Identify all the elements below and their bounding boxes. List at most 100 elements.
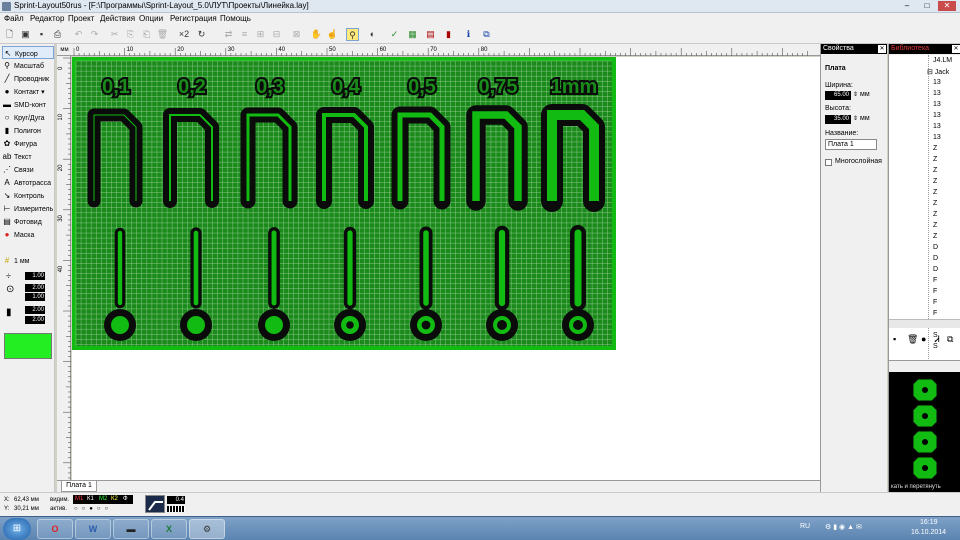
save-icon[interactable]: ▪ — [893, 334, 896, 344]
layer-m2[interactable]: М2 — [97, 495, 110, 504]
menu-registration[interactable]: Регистрация — [170, 14, 217, 23]
lock-icon[interactable]: ⊠ — [290, 28, 303, 41]
tool-connections[interactable]: ⋰ Связи — [2, 163, 54, 176]
properties-icon[interactable]: ⧉ — [480, 28, 493, 41]
width-field[interactable]: 65.00 — [825, 91, 851, 100]
undo-icon[interactable]: ↶ — [72, 28, 85, 41]
zoom-icon[interactable]: ⚲ — [346, 28, 359, 41]
tool-polygon[interactable]: ▮ Полигон — [2, 124, 54, 137]
library-item[interactable]: 13 — [933, 123, 941, 130]
library-item[interactable]: F — [933, 299, 937, 306]
maximize-button[interactable]: □ — [918, 1, 936, 11]
pattern-swatch[interactable] — [167, 506, 185, 512]
menu-options[interactable]: Опции — [139, 14, 163, 23]
library-item[interactable]: F — [933, 310, 937, 317]
library-hscrollbar[interactable] — [889, 319, 960, 328]
tool-shape[interactable]: ✿ Фигура — [2, 137, 54, 150]
library-item[interactable]: ⊟ Jack — [927, 68, 949, 76]
library-item[interactable]: Z — [933, 167, 937, 174]
print-icon[interactable]: ⎙ — [51, 28, 64, 41]
pad-icon[interactable]: ● — [921, 334, 926, 344]
smd-width-field[interactable]: 2.00 — [25, 306, 45, 314]
sprint-layout-icon[interactable]: ⚙ — [189, 519, 225, 539]
menu-help[interactable]: Помощь — [220, 14, 251, 23]
excel-icon[interactable]: X — [151, 519, 187, 539]
opera-icon[interactable]: O — [37, 519, 73, 539]
library-item[interactable]: D — [933, 255, 938, 262]
zoom-factor[interactable]: ×2 — [176, 28, 192, 41]
info-icon[interactable]: ℹ — [462, 28, 475, 41]
smd-height-field[interactable]: 2.00 — [25, 316, 45, 324]
multilayer-checkbox[interactable] — [825, 159, 832, 166]
ruler-unit[interactable]: мм — [57, 44, 72, 56]
tab-board-1[interactable]: Плата 1 — [61, 481, 97, 492]
tray-icons[interactable]: ⚙ ▮ ◉ ▲ ✉ — [825, 523, 862, 531]
library-item[interactable]: 13 — [933, 112, 941, 119]
library-item[interactable]: 13 — [933, 134, 941, 141]
folder-icon[interactable]: ▬ — [113, 519, 149, 539]
open-icon[interactable]: ▣ — [19, 28, 32, 41]
tool-cursor[interactable]: ↖ Курсор — [2, 46, 54, 59]
minimize-button[interactable]: – — [898, 1, 916, 11]
tool-autoroute[interactable]: A Автотрасса — [2, 176, 54, 189]
trace-width-field[interactable]: 0.4 — [167, 496, 185, 504]
library-item[interactable]: 13 — [933, 101, 941, 108]
library-item[interactable]: Z — [933, 178, 937, 185]
library-item[interactable]: Z — [933, 189, 937, 196]
menu-project[interactable]: Проект — [68, 14, 94, 23]
layer-icon[interactable]: ▦ — [406, 28, 419, 41]
tool-mask[interactable]: ● Маска — [2, 228, 54, 241]
tool-track[interactable]: ╱ Проводник — [2, 72, 54, 85]
menu-file[interactable]: Файл — [4, 14, 24, 23]
fork-icon[interactable]: Ꮧ — [935, 334, 940, 345]
layer-k2[interactable]: К2 — [109, 495, 120, 504]
word-icon[interactable]: W — [75, 519, 111, 539]
export-icon[interactable]: ▮ — [442, 28, 455, 41]
close-button[interactable]: ✕ — [938, 1, 956, 11]
library-item[interactable]: Z — [933, 200, 937, 207]
name-field[interactable]: Плата 1 — [825, 139, 877, 150]
active-layer-radios[interactable]: ○○●○○ — [74, 506, 112, 512]
library-item[interactable]: 13 — [933, 79, 941, 86]
pad-outer-field[interactable]: 2.00 — [25, 284, 45, 292]
tool-zoom[interactable]: ⚲ Масштаб — [2, 59, 54, 72]
tool-pad[interactable]: ● Контакт ▾ — [2, 85, 54, 98]
menu-editor[interactable]: Редактор — [30, 14, 64, 23]
library-item[interactable]: Z — [933, 233, 937, 240]
redo-icon[interactable]: ↷ — [88, 28, 101, 41]
library-item[interactable]: Z — [933, 145, 937, 152]
tool-measure[interactable]: ⊢ Измеритель — [2, 202, 54, 215]
delete-icon[interactable]: 🗑 — [907, 334, 918, 345]
paste-icon[interactable]: ⎗ — [140, 28, 153, 41]
library-tree[interactable]: J4.LM ⊟ Jack 13 13 13 13 13 13 Z Z Z Z Z Z Z Z Z D D D F F F F S… — [889, 55, 960, 361]
library-item[interactable]: F — [933, 277, 937, 284]
library-item[interactable]: D — [933, 244, 938, 251]
layer-color-swatch[interactable] — [4, 333, 52, 359]
mirror-icon[interactable]: ⇄ — [222, 28, 235, 41]
tool-test[interactable]: ↘ Контроль — [2, 189, 54, 202]
drc-icon[interactable]: ✓ — [388, 28, 401, 41]
pcb-canvas[interactable]: 0,1 0,2 0,3 0,4 0,5 0,75 1mm — [72, 57, 820, 480]
trace-tool-icon[interactable] — [145, 495, 165, 513]
list-icon[interactable]: ▤ — [424, 28, 437, 41]
library-item[interactable]: Z — [933, 211, 937, 218]
height-field[interactable]: 35.00 — [825, 115, 851, 124]
group-icon[interactable]: ⊞ — [254, 28, 267, 41]
library-item[interactable]: 13 — [933, 90, 941, 97]
library-item[interactable]: F — [933, 288, 937, 295]
layer-f[interactable]: Ф — [121, 495, 130, 504]
align-icon[interactable]: ≡ — [238, 28, 251, 41]
pointer-icon[interactable]: ☝ — [326, 28, 339, 41]
ungroup-icon[interactable]: ⊟ — [270, 28, 283, 41]
rotate-icon[interactable]: ↻ — [195, 28, 208, 41]
copy-icon[interactable]: ⧉ — [947, 334, 953, 345]
close-icon[interactable]: ✕ — [878, 45, 886, 53]
tool-text[interactable]: ab Текст — [2, 150, 54, 163]
layer-m1[interactable]: М1 — [73, 495, 86, 504]
pan-icon[interactable]: ✋ — [310, 28, 323, 41]
library-item[interactable]: Z — [933, 222, 937, 229]
library-item[interactable]: J4.LM — [933, 57, 952, 64]
grid-setting[interactable]: #1 мм — [2, 254, 54, 267]
language-indicator[interactable]: RU — [800, 523, 810, 530]
save-icon[interactable]: ▪ — [35, 28, 48, 41]
